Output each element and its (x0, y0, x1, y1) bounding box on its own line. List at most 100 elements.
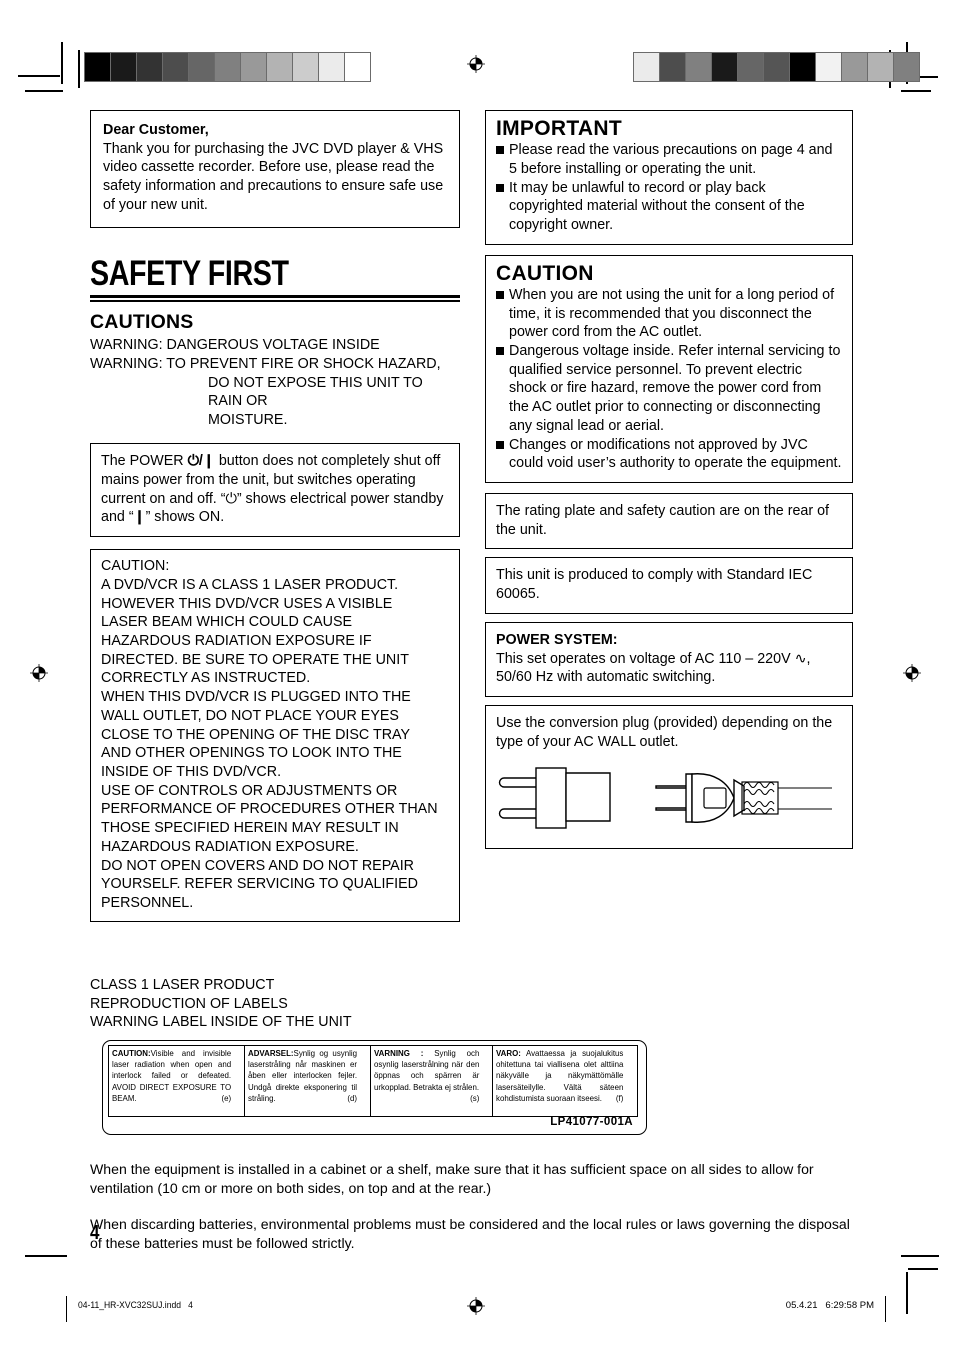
important-list: Please read the various precautions on p… (496, 141, 842, 235)
laser-caution-box: CAUTION: A DVD/VCR IS A CLASS 1 LASER PRO… (90, 549, 460, 922)
laser-caution-line: YOURSELF. REFER SERVICING TO QUALIFIED (101, 876, 418, 893)
crop-mark-top-left-v2 (78, 50, 80, 88)
conversion-plug-illustration (496, 760, 842, 838)
crop-mark-top-left-h2 (25, 90, 63, 92)
warning-line-4: MOISTURE. (208, 411, 288, 428)
label-panel: CAUTION:Visible and invisible laser radi… (109, 1046, 246, 1116)
rating-plate-text: The rating plate and safety caution are … (496, 502, 830, 538)
bullet-item: Dangerous voltage inside. Refer internal… (496, 342, 842, 436)
label-panel-heading: ADVARSEL: (248, 1048, 295, 1058)
crop-mark-bottom-right-h (901, 1255, 939, 1257)
page-title: SAFETY FIRST (90, 253, 289, 293)
label-panel-heading: VARO: (495, 1048, 521, 1058)
label-language-code: (s) (470, 1092, 480, 1103)
step-wedge-patch (738, 53, 764, 81)
step-wedge-patch (319, 53, 345, 81)
step-wedge-patch (790, 53, 816, 81)
left-column: Dear Customer, Thank you for purchasing … (90, 110, 460, 1030)
label-language-code: (e) (221, 1092, 232, 1103)
step-wedge-patch (816, 53, 842, 81)
laser-warning-label: CAUTION:Visible and invisible laser radi… (102, 1040, 647, 1135)
warning-line-2: WARNING: TO PREVENT FIRE OR SHOCK HAZARD… (90, 355, 441, 372)
label-panel-heading: VARNING : (374, 1048, 424, 1058)
warning-line-1: WARNING: DANGEROUS VOLTAGE INSIDE (90, 337, 380, 354)
warning-lines: WARNING: DANGEROUS VOLTAGE INSIDE WARNIN… (90, 336, 460, 429)
important-heading: IMPORTANT (496, 117, 622, 140)
label-language-code: (d) (347, 1092, 358, 1103)
power-button-box: The POWER ⏻/❙ button does not completely… (90, 443, 460, 538)
caution-box: CAUTION When you are not using the unit … (485, 254, 853, 483)
power-button-text: The POWER ⏻/❙ button does not completely… (101, 452, 449, 527)
laser-caution-line: CORRECTLY AS INSTRUCTED. (101, 670, 311, 687)
dear-customer-heading: Dear Customer, (103, 122, 209, 138)
safety-first-section: SAFETY FIRST CAUTIONS WARNING: DANGEROUS… (90, 253, 460, 430)
print-footer: 04-11_HR-XVC32SUJ.indd 4 05.4.21 6:29:58… (0, 1296, 954, 1324)
label-panel: ADVARSEL:Synlig og usynlig laserstråling… (245, 1046, 372, 1116)
laser-caution-line: DIRECTED. BE SURE TO OPERATE THE UNIT (101, 651, 409, 668)
step-wedge-patch (241, 53, 267, 81)
step-wedge-patch (894, 53, 919, 81)
warning-line-3: DO NOT EXPOSE THIS UNIT TO RAIN OR (208, 374, 423, 410)
caution-list: When you are not using the unit for a lo… (496, 286, 842, 473)
laser-caution-line: CLOSE TO THE OPENING OF THE DISC TRAY (101, 726, 411, 743)
bullet-item: Changes or modifications not approved by… (496, 436, 842, 473)
label-panel-text: VARO: Avattaessa ja suojalukitus ohitett… (496, 1048, 623, 1104)
right-column: IMPORTANT Please read the various precau… (485, 110, 853, 850)
label-panels: CAUTION:Visible and invisible laser radi… (108, 1045, 638, 1117)
label-part-code: LP41077-001A (550, 1116, 633, 1128)
page-number: 4 (90, 1222, 100, 1244)
registration-target-top (467, 55, 485, 73)
power-symbol-icon: ⏻/❙ (187, 453, 215, 470)
power-system-box: POWER SYSTEM: This set operates on volta… (485, 621, 853, 697)
iec-box: This unit is produced to comply with Sta… (485, 557, 853, 614)
laser-caution-line: AND OTHER OPENINGS TO LOOK INTO THE (101, 745, 402, 762)
conversion-plug-box: Use the conversion plug (provided) depen… (485, 705, 853, 850)
rating-plate-box: The rating plate and safety caution are … (485, 492, 853, 550)
laser-caution-line: DO NOT OPEN COVERS AND DO NOT REPAIR (101, 857, 414, 874)
step-wedge-patch (686, 53, 712, 81)
laser-caution-line: HAZARDOUS RADIATION EXPOSURE. (101, 838, 359, 855)
document-page: Dear Customer, Thank you for purchasing … (0, 0, 954, 1351)
crop-mark-top-left-v (61, 42, 63, 84)
label-panel: VARO: Avattaessa ja suojalukitus ohitett… (493, 1046, 637, 1116)
step-wedge-patch (163, 53, 189, 81)
power-system-heading: POWER SYSTEM: (496, 631, 618, 648)
crop-mark-top-right-h2 (901, 90, 931, 92)
laser-caution-line: HAZARDOUS RADIATION EXPOSURE IF (101, 632, 372, 649)
step-wedge-patch (345, 53, 370, 81)
important-box: IMPORTANT Please read the various precau… (485, 110, 853, 245)
laser-caution-line: PERSONNEL. (101, 895, 194, 912)
footer-timestamp: 05.4.21 6:29:58 PM (785, 1300, 874, 1311)
class-label-text: CLASS 1 LASER PRODUCT REPRODUCTION OF LA… (90, 976, 352, 1032)
conversion-plug-text: Use the conversion plug (provided) depen… (496, 715, 833, 750)
class-line-3: WARNING LABEL INSIDE OF THE UNIT (90, 1014, 352, 1031)
label-panel-text: VARNING : Synlig och osynlig laserstråln… (374, 1048, 479, 1103)
step-wedge-patch (189, 53, 215, 81)
bullet-item: It may be unlawful to record or play bac… (496, 179, 842, 235)
step-wedge-patch (764, 53, 790, 81)
label-panel-text: ADVARSEL:Synlig og usynlig laserstråling… (248, 1048, 357, 1104)
laser-caution-line: WALL OUTLET, DO NOT PLACE YOUR EYES (101, 707, 399, 724)
laser-caution-line: CAUTION: (101, 558, 170, 575)
power-system-text: This set operates on voltage of AC 110 –… (496, 650, 811, 686)
label-panel: VARNING : Synlig och osynlig laserstråln… (371, 1046, 493, 1116)
laser-caution-line: WHEN THIS DVD/VCR IS PLUGGED INTO THE (101, 689, 411, 706)
step-wedge-patch (712, 53, 738, 81)
footer-filename: 04-11_HR-XVC32SUJ.indd 4 (78, 1300, 193, 1311)
iec-text: This unit is produced to comply with Sta… (496, 567, 813, 603)
crop-mark-bottom-right-h2 (908, 1268, 938, 1270)
print-step-wedge-right (633, 52, 920, 82)
caution-heading: CAUTION (496, 261, 594, 285)
title-rule (90, 295, 460, 303)
step-wedge-patch (137, 53, 163, 81)
cautions-heading: CAUTIONS (90, 311, 194, 334)
print-step-wedge-left (84, 52, 371, 82)
laser-caution-line: THOSE SPECIFIED HEREIN MAY RESULT IN (101, 820, 399, 837)
crop-mark-bottom-left-h (25, 1255, 67, 1257)
dear-customer-box: Dear Customer, Thank you for purchasing … (90, 110, 460, 228)
step-wedge-patch (868, 53, 894, 81)
bullet-item: When you are not using the unit for a lo… (496, 286, 842, 342)
registration-target-left (30, 664, 48, 682)
label-panel-text: CAUTION:Visible and invisible laser radi… (112, 1048, 231, 1104)
step-wedge-patch (293, 53, 319, 81)
